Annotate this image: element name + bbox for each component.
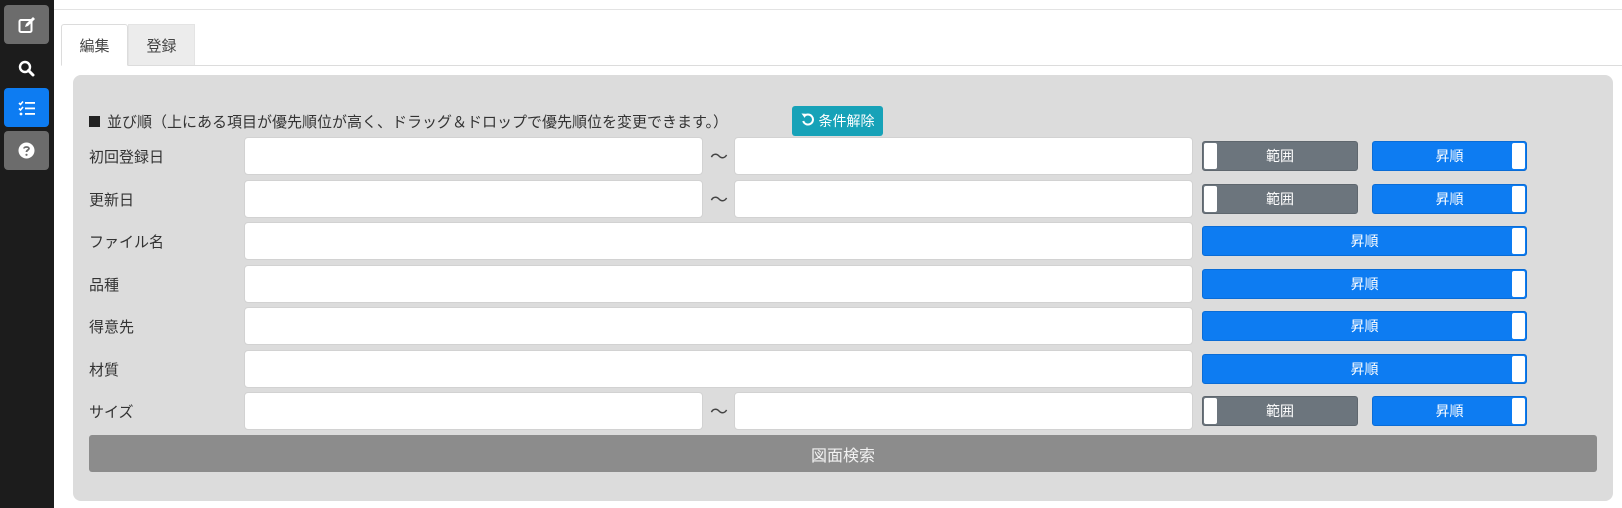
- reset-conditions-button[interactable]: 条件解除: [792, 106, 883, 136]
- toggle-knob: [1512, 356, 1525, 382]
- search-panel: 並び順（上にある項目が優先順位が高く、ドラッグ＆ドロップで優先順位を変更できます…: [73, 75, 1613, 501]
- row-label: 得意先: [89, 317, 135, 336]
- search-icon: [18, 60, 35, 77]
- first-registered-from-input[interactable]: [244, 137, 703, 175]
- first-registered-to-input[interactable]: [734, 137, 1193, 175]
- toggle-knob: [1512, 186, 1525, 212]
- product-type-input[interactable]: [244, 265, 1193, 303]
- row-label: 更新日: [89, 190, 135, 209]
- toggle-knob: [1512, 143, 1525, 169]
- size-to-input[interactable]: [734, 392, 1193, 430]
- range-toggle[interactable]: 範囲: [1202, 396, 1358, 426]
- sidebar: [0, 0, 54, 508]
- toggle-knob: [1512, 398, 1525, 424]
- range-toggle-label: 範囲: [1266, 192, 1294, 208]
- range-separator: ～: [710, 147, 728, 168]
- toggle-knob: [1512, 313, 1525, 339]
- order-toggle-label: 昇順: [1435, 149, 1464, 165]
- sort-header: 並び順（上にある項目が優先順位が高く、ドラッグ＆ドロップで優先順位を変更できます…: [89, 105, 728, 137]
- sort-row-updated[interactable]: 更新日 ～ 範囲 昇順: [73, 180, 1613, 218]
- row-label: サイズ: [89, 402, 134, 421]
- row-label: 品種: [89, 275, 120, 294]
- order-toggle[interactable]: 昇順: [1372, 396, 1527, 426]
- size-from-input[interactable]: [244, 392, 703, 430]
- order-toggle-label: 昇順: [1350, 362, 1379, 378]
- customer-input[interactable]: [244, 307, 1193, 345]
- file-name-input[interactable]: [244, 222, 1193, 260]
- range-toggle-label: 範囲: [1266, 149, 1294, 165]
- sort-row-first-registered[interactable]: 初回登録日 ～ 範囲 昇順: [73, 137, 1613, 175]
- range-separator: ～: [710, 190, 728, 211]
- list-check-icon: [17, 100, 36, 116]
- order-toggle[interactable]: 昇順: [1372, 184, 1527, 214]
- order-toggle[interactable]: 昇順: [1372, 141, 1527, 171]
- order-toggle[interactable]: 昇順: [1202, 354, 1527, 384]
- order-toggle-label: 昇順: [1350, 319, 1379, 335]
- order-toggle-label: 昇順: [1435, 192, 1464, 208]
- row-label: 初回登録日: [89, 147, 165, 166]
- reset-conditions-label: 条件解除: [818, 114, 875, 130]
- row-label: ファイル名: [89, 232, 165, 251]
- range-toggle[interactable]: 範囲: [1202, 141, 1358, 171]
- sidebar-item-search[interactable]: [4, 49, 49, 88]
- edit-icon: [18, 16, 36, 34]
- sort-row-material[interactable]: 材質 昇順: [73, 350, 1613, 388]
- range-toggle[interactable]: 範囲: [1202, 184, 1358, 214]
- sort-row-file-name[interactable]: ファイル名 昇順: [73, 222, 1613, 260]
- toggle-knob: [1512, 228, 1525, 254]
- range-toggle-label: 範囲: [1266, 404, 1294, 420]
- tab-underline: [61, 65, 1622, 66]
- toggle-knob: [1204, 186, 1217, 212]
- drawing-search-button[interactable]: 図面検索: [89, 435, 1597, 472]
- order-toggle[interactable]: 昇順: [1202, 269, 1527, 299]
- order-toggle[interactable]: 昇順: [1202, 311, 1527, 341]
- toggle-knob: [1204, 143, 1217, 169]
- tab-register[interactable]: 登録: [128, 24, 195, 66]
- updated-to-input[interactable]: [734, 180, 1193, 218]
- sidebar-item-help[interactable]: [4, 131, 49, 170]
- sort-row-customer[interactable]: 得意先 昇順: [73, 307, 1613, 345]
- sort-header-text: 並び順（上にある項目が優先順位が高く、ドラッグ＆ドロップで優先順位を変更できます…: [107, 112, 729, 131]
- undo-icon: [801, 112, 819, 130]
- material-input[interactable]: [244, 350, 1193, 388]
- square-bullet-icon: [89, 115, 100, 127]
- row-label: 材質: [89, 360, 120, 379]
- updated-from-input[interactable]: [244, 180, 703, 218]
- sort-row-size[interactable]: サイズ ～ 範囲 昇順: [73, 392, 1613, 430]
- toggle-knob: [1204, 398, 1217, 424]
- sort-row-product-type[interactable]: 品種 昇順: [73, 265, 1613, 303]
- toggle-knob: [1512, 271, 1525, 297]
- help-icon: [18, 142, 35, 159]
- top-divider: [54, 9, 1622, 10]
- sidebar-item-list[interactable]: [4, 88, 49, 127]
- order-toggle[interactable]: 昇順: [1202, 226, 1527, 256]
- order-toggle-label: 昇順: [1435, 404, 1464, 420]
- order-toggle-label: 昇順: [1350, 234, 1379, 250]
- tab-edit[interactable]: 編集: [61, 24, 128, 66]
- range-separator: ～: [710, 402, 728, 423]
- sidebar-item-edit[interactable]: [4, 5, 49, 44]
- order-toggle-label: 昇順: [1350, 277, 1379, 293]
